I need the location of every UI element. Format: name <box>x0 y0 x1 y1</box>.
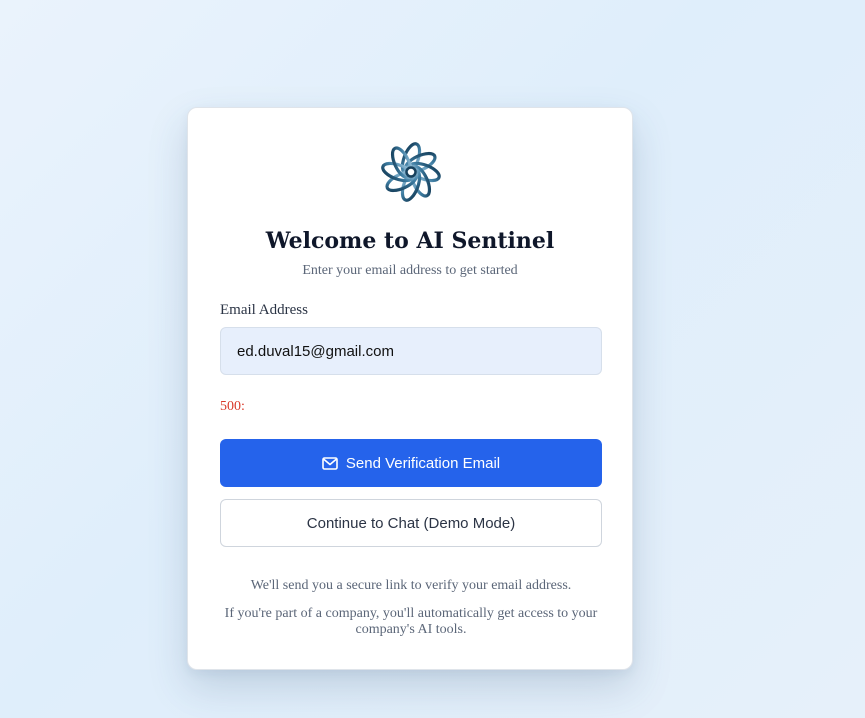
login-card: Welcome to AI Sentinel Enter your email … <box>187 107 633 670</box>
send-verification-email-button[interactable]: Send Verification Email <box>220 439 602 487</box>
verification-info-text: We'll send you a secure link to verify y… <box>250 578 572 593</box>
email-label: Email Address <box>220 302 308 318</box>
mail-icon <box>322 456 338 470</box>
page-title: Welcome to AI Sentinel <box>265 228 555 254</box>
error-message: 500: <box>220 399 245 414</box>
sentinel-flower-logo-icon <box>377 138 445 206</box>
demo-button-label: Continue to Chat (Demo Mode) <box>306 514 516 532</box>
company-access-info-text: If you're part of a company, you'll auto… <box>224 606 598 637</box>
email-field[interactable] <box>220 327 602 375</box>
send-button-label: Send Verification Email <box>345 454 501 472</box>
continue-demo-button[interactable]: Continue to Chat (Demo Mode) <box>220 499 602 547</box>
page-subtitle: Enter your email address to get started <box>302 263 518 278</box>
